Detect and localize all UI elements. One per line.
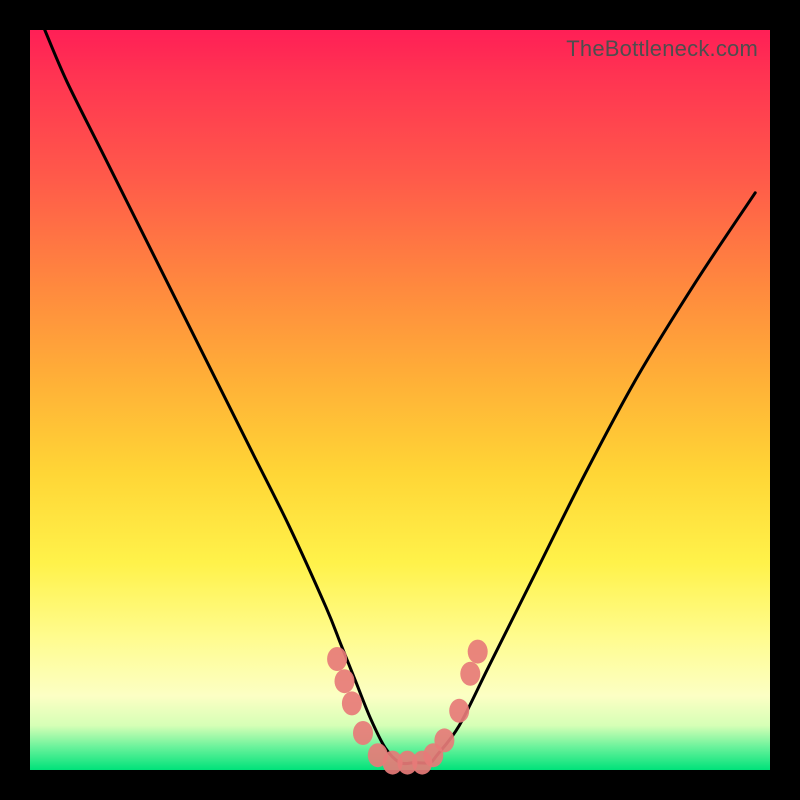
curve-markers — [327, 640, 488, 775]
bottleneck-curve — [30, 30, 770, 770]
curve-marker — [342, 691, 362, 715]
chart-frame: TheBottleneck.com — [0, 0, 800, 800]
plot-area: TheBottleneck.com — [30, 30, 770, 770]
curve-marker — [434, 728, 454, 752]
curve-marker — [468, 640, 488, 664]
curve-marker — [353, 721, 373, 745]
curve-path — [45, 30, 755, 764]
curve-marker — [449, 699, 469, 723]
curve-marker — [327, 647, 347, 671]
curve-marker — [460, 662, 480, 686]
curve-marker — [335, 669, 355, 693]
